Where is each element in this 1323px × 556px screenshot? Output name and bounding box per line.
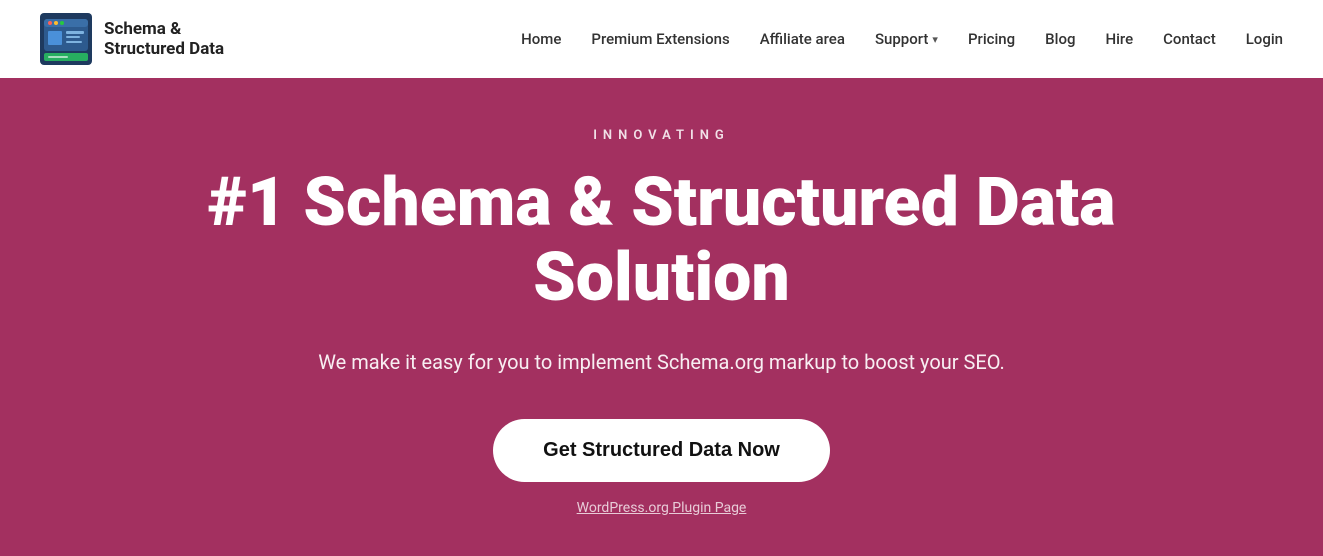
hero-subtitle: We make it easy for you to implement Sch… bbox=[318, 347, 1005, 377]
logo-text-line2: Structured Data bbox=[104, 39, 224, 59]
wordpress-plugin-page-link[interactable]: WordPress.org Plugin Page bbox=[577, 500, 747, 516]
get-structured-data-button[interactable]: Get Structured Data Now bbox=[493, 419, 830, 482]
logo-text-line1: Schema & bbox=[104, 19, 224, 39]
logo[interactable]: Schema & Structured Data bbox=[40, 13, 224, 65]
nav-item-home[interactable]: Home bbox=[521, 30, 561, 48]
nav-item-pricing[interactable]: Pricing bbox=[968, 30, 1015, 48]
nav-item-support[interactable]: Support ▾ bbox=[875, 30, 938, 48]
logo-icon bbox=[40, 13, 92, 65]
nav-item-premium-extensions[interactable]: Premium Extensions bbox=[591, 30, 729, 48]
hero-title: #1 Schema & Structured Data Solution bbox=[112, 165, 1212, 315]
header: Schema & Structured Data Home Premium Ex… bbox=[0, 0, 1323, 78]
nav-item-hire[interactable]: Hire bbox=[1105, 30, 1133, 48]
nav-item-contact[interactable]: Contact bbox=[1163, 30, 1216, 48]
nav-item-affiliate-area[interactable]: Affiliate area bbox=[760, 30, 845, 48]
main-nav: Home Premium Extensions Affiliate area S… bbox=[521, 30, 1283, 48]
nav-item-blog[interactable]: Blog bbox=[1045, 30, 1075, 48]
nav-item-login[interactable]: Login bbox=[1246, 30, 1283, 48]
hero-section: INNOVATING #1 Schema & Structured Data S… bbox=[0, 78, 1323, 556]
logo-text: Schema & Structured Data bbox=[104, 19, 224, 60]
support-chevron-down-icon: ▾ bbox=[932, 33, 938, 46]
hero-tagline: INNOVATING bbox=[593, 128, 730, 143]
